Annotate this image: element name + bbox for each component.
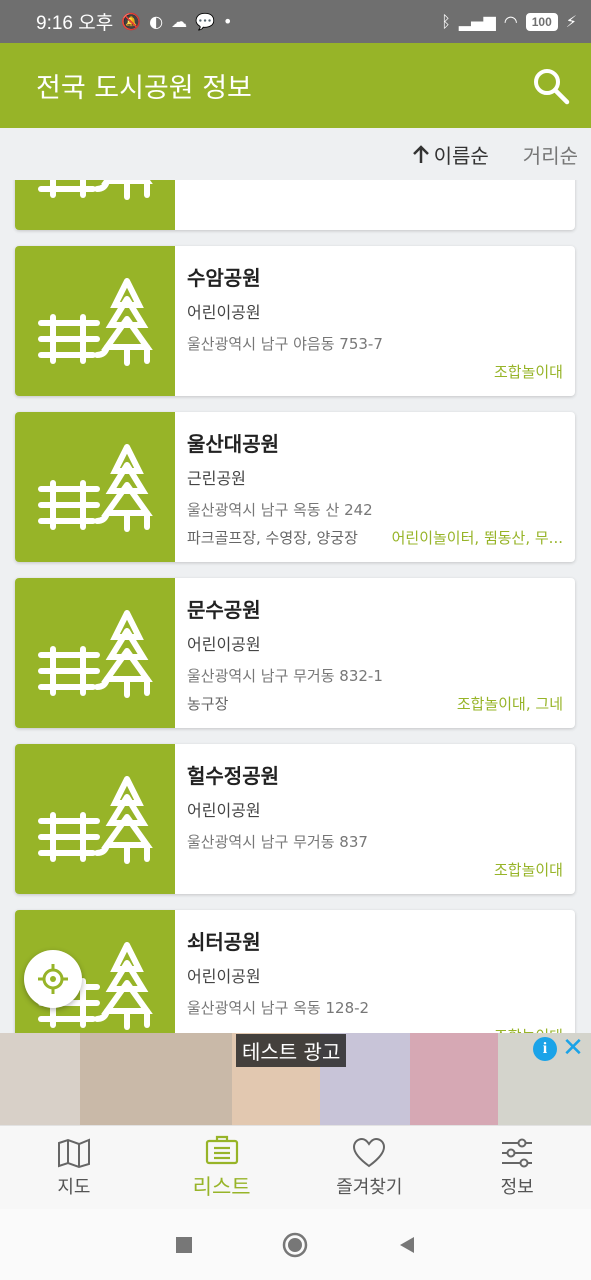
back-icon[interactable] <box>396 1234 418 1256</box>
park-play-equipment: 조합놀이대 <box>197 1025 563 1033</box>
park-icon <box>38 776 153 864</box>
park-type: 근린공원 <box>187 469 246 488</box>
ad-close-icon[interactable]: ✕ <box>561 1034 585 1062</box>
nav-map[interactable]: 지도 <box>0 1126 148 1209</box>
page-title: 전국 도시공원 정보 <box>36 73 252 104</box>
park-facilities: 농구장 <box>187 695 229 713</box>
park-thumbnail <box>15 744 175 894</box>
nav-info-label: 정보 <box>500 1176 534 1198</box>
home-icon[interactable] <box>281 1231 309 1259</box>
park-name: 울산대공원 <box>187 432 279 456</box>
park-play-equipment: 조합놀이대 <box>493 363 563 381</box>
nav-info[interactable]: 정보 <box>443 1126 591 1209</box>
nav-map-label: 지도 <box>57 1176 91 1198</box>
park-address: 울산광역시 남구 무거동 832-1 <box>187 667 383 685</box>
talk-icon: 💬 <box>195 12 216 31</box>
park-thumbnail <box>15 180 175 230</box>
system-nav-bar <box>0 1209 591 1280</box>
park-thumbnail <box>15 246 175 396</box>
park-address: 울산광역시 남구 옥동 128-2 <box>187 999 370 1017</box>
nav-list[interactable]: 리스트 <box>148 1126 296 1209</box>
search-icon[interactable] <box>531 66 571 106</box>
list-icon <box>205 1135 238 1164</box>
park-facilities: 파크골프장, 수영장, 양궁장 <box>187 529 358 547</box>
ad-label: 테스트 광고 <box>236 1034 347 1067</box>
park-card[interactable]: 헐수정공원 어린이공원 울산광역시 남구 무거동 837 조합놀이대 <box>15 744 575 894</box>
status-bar: 9:16 오후 🔕 ◐ ☁ 💬 • ᛒ ▂▄▆ ◠ 100 ⚡ <box>0 0 591 43</box>
bell-off-icon: 🔕 <box>121 12 142 31</box>
park-name: 수암공원 <box>187 266 261 290</box>
park-play-equipment: 어린이놀이터, 뜀동산, 무... <box>391 529 563 547</box>
sort-bar: 이름순 거리순 <box>0 128 591 180</box>
park-address: 울산광역시 남구 옥동 산 242 <box>187 501 373 519</box>
app-notification-icon: ◐ <box>149 12 164 31</box>
park-card[interactable]: 수암공원 어린이공원 울산광역시 남구 야음동 753-7 조합놀이대 <box>15 246 575 396</box>
park-card[interactable]: 울산대공원 근린공원 울산광역시 남구 옥동 산 242 파크골프장, 수영장,… <box>15 412 575 562</box>
crosshair-icon <box>38 964 68 994</box>
wifi-icon: ◠ <box>503 12 518 31</box>
nav-favorites[interactable]: 즐겨찾기 <box>296 1126 444 1209</box>
map-icon <box>57 1138 90 1168</box>
park-type: 어린이공원 <box>187 967 261 986</box>
park-thumbnail <box>15 412 175 562</box>
recents-icon[interactable] <box>173 1234 195 1256</box>
park-card[interactable]: 문수공원 어린이공원 울산광역시 남구 무거동 832-1 농구장 조합놀이대,… <box>15 578 575 728</box>
park-icon <box>38 180 153 200</box>
park-type: 어린이공원 <box>187 801 261 820</box>
park-card[interactable] <box>15 180 575 230</box>
park-address: 울산광역시 남구 무거동 837 <box>187 833 368 851</box>
park-name: 쇠터공원 <box>187 930 261 954</box>
status-time: 9:16 오후 <box>36 13 114 34</box>
park-thumbnail <box>15 578 175 728</box>
ad-image <box>80 1033 232 1125</box>
battery-icon: 100 <box>525 12 558 31</box>
park-icon <box>38 444 153 532</box>
sort-by-name-button[interactable]: 이름순 <box>412 140 489 169</box>
sort-by-distance-button[interactable]: 거리순 <box>523 140 578 169</box>
sliders-icon <box>502 1138 533 1167</box>
dot-icon: • <box>223 12 233 31</box>
bottom-nav: 지도 리스트 즐겨찾기 정보 <box>0 1125 591 1209</box>
cloud-icon: ☁ <box>171 12 188 31</box>
sort-by-name-label: 이름순 <box>433 143 489 168</box>
arrow-up-icon <box>412 145 429 163</box>
ad-image <box>410 1033 498 1125</box>
my-location-button[interactable] <box>24 950 82 1008</box>
park-address: 울산광역시 남구 야음동 753-7 <box>187 335 383 353</box>
app-bar: 전국 도시공원 정보 <box>0 43 591 128</box>
signal-icon: ▂▄▆ <box>458 12 496 31</box>
park-name: 헐수정공원 <box>187 764 279 788</box>
park-play-equipment: 조합놀이대, 그네 <box>456 695 563 713</box>
ad-image <box>0 1033 80 1125</box>
ad-banner[interactable]: 테스트 광고 i ✕ <box>0 1033 591 1125</box>
park-card[interactable]: 쇠터공원 어린이공원 울산광역시 남구 옥동 128-2 조합놀이대 <box>15 910 575 1033</box>
bluetooth-icon: ᛒ <box>441 12 451 31</box>
park-play-equipment: 조합놀이대 <box>493 861 563 879</box>
park-type: 어린이공원 <box>187 303 261 322</box>
park-icon <box>38 610 153 698</box>
park-type: 어린이공원 <box>187 635 261 654</box>
park-icon <box>38 278 153 366</box>
charging-icon: ⚡ <box>565 12 577 31</box>
park-name: 문수공원 <box>187 598 261 622</box>
park-list[interactable]: 수암공원 어린이공원 울산광역시 남구 야음동 753-7 조합놀이대 울산대공… <box>0 180 591 1033</box>
nav-favorites-label: 즐겨찾기 <box>336 1176 403 1198</box>
heart-icon <box>353 1137 386 1167</box>
nav-list-label: 리스트 <box>192 1174 251 1199</box>
ad-info-icon[interactable]: i <box>533 1037 557 1061</box>
